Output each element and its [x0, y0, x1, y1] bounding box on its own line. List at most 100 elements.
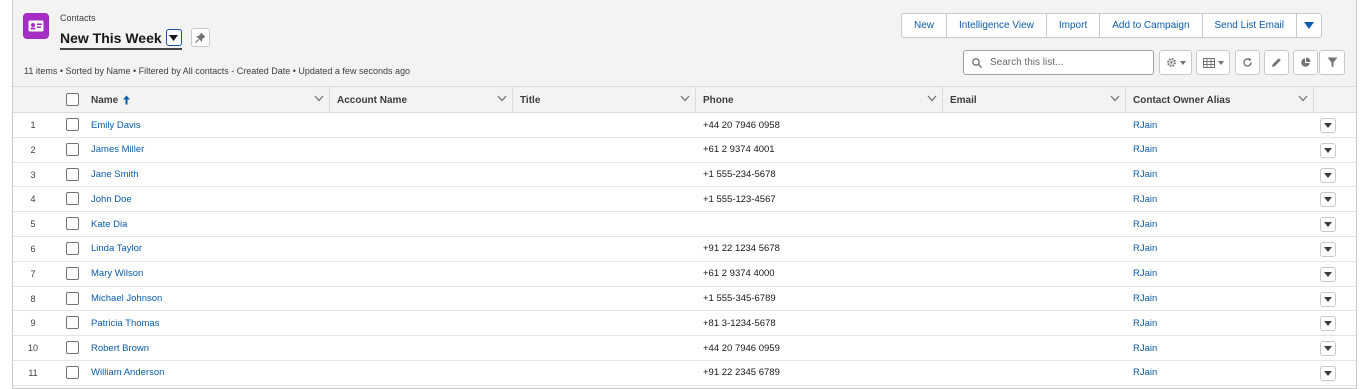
row-checkbox[interactable] — [66, 192, 79, 206]
new-button[interactable]: New — [902, 14, 948, 37]
pie-chart-icon — [1301, 57, 1311, 67]
caret-down-icon — [1324, 123, 1332, 128]
row-actions-button[interactable] — [1320, 291, 1336, 307]
row-actions-button[interactable] — [1320, 316, 1336, 332]
row-actions-button[interactable] — [1320, 118, 1336, 133]
refresh-button[interactable] — [1235, 50, 1260, 75]
row-number: 9 — [30, 318, 36, 329]
more-actions-button[interactable] — [1297, 14, 1321, 37]
owner-alias-link[interactable]: RJain — [1133, 336, 1157, 360]
gear-icon — [1166, 58, 1176, 67]
display-as-button[interactable] — [1196, 50, 1230, 75]
chevron-down-icon[interactable] — [927, 95, 937, 102]
chevron-down-icon[interactable] — [1110, 95, 1120, 102]
contacts-table: Name Account Name Title Phone Email Cont… — [13, 87, 1356, 386]
row-checkbox[interactable] — [66, 316, 79, 330]
row-checkbox[interactable] — [66, 291, 79, 305]
table-row: 7 Mary Wilson +61 2 9374 4000 RJain — [13, 262, 1356, 287]
owner-alias-link[interactable]: RJain — [1133, 287, 1157, 311]
column-header-account-name[interactable]: Account Name — [330, 87, 513, 113]
row-actions-button[interactable] — [1320, 341, 1336, 357]
row-actions-button[interactable] — [1320, 241, 1336, 257]
table-row: 10 Robert Brown +44 20 7946 0959 RJain — [13, 336, 1356, 361]
list-switcher-button[interactable] — [165, 29, 182, 46]
row-actions-button[interactable] — [1320, 192, 1336, 208]
row-actions-button[interactable] — [1320, 167, 1336, 183]
contact-name-link[interactable]: Patricia Thomas — [91, 311, 159, 335]
column-label: Title — [520, 94, 541, 106]
contact-name-link[interactable]: John Doe — [91, 187, 132, 211]
list-settings-button[interactable] — [1159, 50, 1192, 75]
column-header-title[interactable]: Title — [513, 87, 696, 113]
chevron-down-icon[interactable] — [1298, 95, 1308, 102]
pin-list-button[interactable] — [191, 28, 210, 47]
row-checkbox[interactable] — [66, 341, 79, 355]
row-checkbox[interactable] — [66, 118, 79, 131]
chevron-down-icon[interactable] — [314, 95, 324, 102]
chevron-down-icon[interactable] — [680, 95, 690, 102]
caret-down-icon — [1324, 197, 1332, 203]
owner-alias-link[interactable]: RJain — [1133, 262, 1157, 286]
list-view-name[interactable]: New This Week — [60, 30, 162, 46]
caret-down-icon — [169, 34, 179, 41]
chevron-down-icon[interactable] — [497, 95, 507, 102]
caret-down-icon — [1179, 60, 1186, 65]
contact-name-link[interactable]: James Miller — [91, 138, 144, 162]
contact-name-link[interactable]: Michael Johnson — [91, 287, 162, 311]
send-list-email-button[interactable]: Send List Email — [1203, 14, 1297, 37]
owner-alias-link[interactable]: RJain — [1133, 163, 1157, 187]
charts-button[interactable] — [1293, 50, 1318, 75]
import-button[interactable]: Import — [1047, 14, 1101, 37]
list-search-box[interactable] — [963, 50, 1154, 75]
row-checkbox[interactable] — [66, 217, 79, 231]
row-checkbox[interactable] — [66, 167, 79, 181]
owner-alias-link[interactable]: RJain — [1133, 187, 1157, 211]
add-to-campaign-button[interactable]: Add to Campaign — [1100, 14, 1203, 37]
table-row: 2 James Miller +61 2 9374 4001 RJain — [13, 138, 1356, 163]
owner-alias-link[interactable]: RJain — [1133, 361, 1157, 385]
row-actions-button[interactable] — [1320, 266, 1336, 282]
owner-alias-link[interactable]: RJain — [1133, 311, 1157, 335]
column-header-owner-alias[interactable]: Contact Owner Alias — [1126, 87, 1314, 113]
select-all-checkbox[interactable] — [66, 93, 79, 106]
column-header-phone[interactable]: Phone — [696, 87, 943, 113]
owner-alias-link[interactable]: RJain — [1133, 212, 1157, 236]
contact-name-link[interactable]: Emily Davis — [91, 113, 141, 137]
column-label: Account Name — [337, 94, 408, 106]
contact-name-link[interactable]: Robert Brown — [91, 336, 149, 360]
row-number: 2 — [30, 144, 36, 155]
caret-down-icon — [1324, 296, 1332, 302]
column-header-name[interactable]: Name — [84, 87, 330, 113]
edit-list-button[interactable] — [1264, 50, 1289, 75]
row-checkbox[interactable] — [66, 266, 79, 280]
row-checkbox[interactable] — [66, 241, 79, 255]
funnel-icon — [1327, 57, 1337, 68]
contact-name-link[interactable]: Mary Wilson — [91, 262, 143, 286]
owner-alias-link[interactable]: RJain — [1133, 113, 1157, 137]
row-actions-button[interactable] — [1320, 365, 1336, 381]
row-number: 4 — [30, 194, 36, 205]
contact-name-link[interactable]: Kate Dia — [91, 212, 127, 236]
phone-cell: +1 555-123-4567 — [703, 193, 776, 205]
contact-name-link[interactable]: Jane Smith — [91, 163, 139, 187]
row-checkbox[interactable] — [66, 365, 79, 379]
contact-name-link[interactable]: Linda Taylor — [91, 237, 142, 261]
search-input[interactable] — [988, 56, 1138, 69]
row-number: 11 — [28, 367, 38, 378]
phone-cell: +44 20 7946 0959 — [703, 342, 780, 354]
row-actions-button[interactable] — [1320, 217, 1336, 233]
contact-name-link[interactable]: William Anderson — [91, 361, 164, 385]
column-header-email[interactable]: Email — [943, 87, 1126, 113]
table-icon — [1202, 57, 1215, 68]
row-actions-button[interactable] — [1320, 142, 1336, 158]
refresh-icon — [1243, 57, 1252, 67]
caret-down-icon — [1217, 60, 1224, 65]
filter-button[interactable] — [1319, 50, 1345, 75]
intelligence-view-button[interactable]: Intelligence View — [947, 14, 1047, 37]
list-view-title[interactable]: New This Week — [60, 27, 182, 50]
row-checkbox[interactable] — [66, 142, 79, 156]
row-number: 5 — [30, 219, 36, 230]
action-button-group: New Intelligence View Import Add to Camp… — [901, 13, 1322, 38]
owner-alias-link[interactable]: RJain — [1133, 138, 1157, 162]
owner-alias-link[interactable]: RJain — [1133, 237, 1157, 261]
